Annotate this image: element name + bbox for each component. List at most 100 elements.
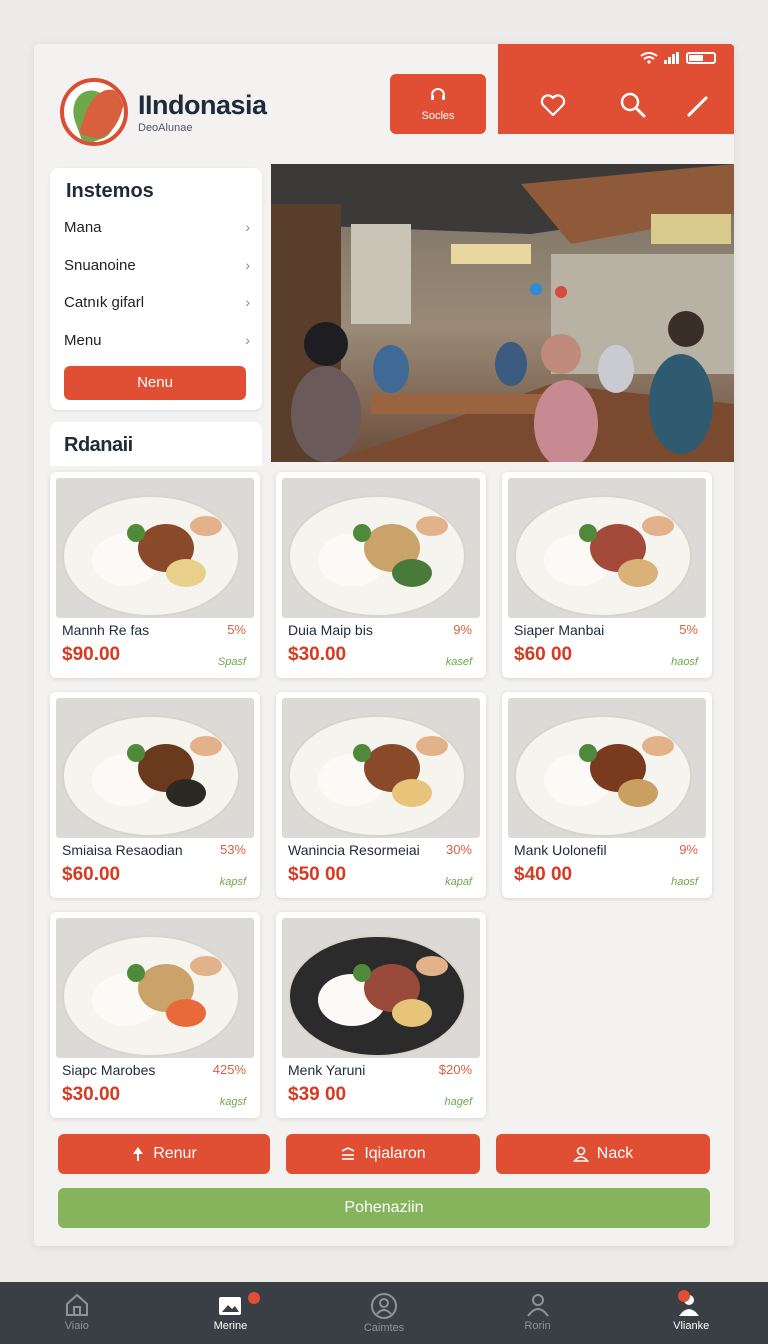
dish-photo [282,698,480,838]
nav-label: Merine [213,1320,248,1332]
dish-discount: 9% [453,622,472,637]
dish-tag: kapaf [445,876,472,888]
dish-discount: 425% [212,1062,246,1077]
renur-button[interactable]: Renur [58,1134,270,1174]
menu-card[interactable]: Menk Yaruni $20% $39 00 hagef [276,912,486,1118]
menu-card[interactable]: Siapc Marobes 425% $30.00 kagsf [50,912,260,1118]
brand-logo-icon [60,78,128,146]
dish-price: $50 00 [288,864,347,885]
dish-price: $60 00 [514,644,573,665]
signal-icon [664,52,679,64]
dish-discount: 53% [219,842,246,857]
edit-icon[interactable] [684,90,714,120]
menu-card[interactable]: Wanincia Resormeiai 30% $50 00 kapaf [276,692,486,898]
profile-circle-icon [370,1293,397,1319]
dish-price: $60.00 [62,864,121,885]
search-icon[interactable] [618,90,648,120]
chevron-right-icon: › [245,257,250,273]
iqialaron-label: Iqialaron [364,1145,426,1162]
iqialaron-button[interactable]: Iqialaron [286,1134,480,1174]
dish-discount: 5% [227,622,246,637]
dish-discount: 9% [679,842,698,857]
sidebar-item-label: Snuanoine [64,256,136,274]
nav-label: Viaio [64,1320,89,1332]
dish-name: Smiaisa Resaodian [62,842,183,858]
nav-label: Caimtes [363,1322,405,1334]
nack-label: Nack [596,1145,634,1162]
dish-name: Wanincia Resormeiai [288,842,420,858]
chevron-right-icon: › [245,332,250,348]
chevron-right-icon: › [245,294,250,310]
chevron-right-icon: › [245,219,250,235]
sidebar-item-menu[interactable]: Menu › [64,325,250,355]
dish-tag: kapsf [219,876,246,888]
dish-name: Menk Yaruni [288,1062,366,1078]
user-icon [572,1146,589,1162]
sidebar-title: Instemos [66,180,154,202]
brand-subtitle: DeoAlunae [138,122,193,134]
dish-tag: Spasf [217,656,246,668]
dish-name: Siapc Marobes [62,1062,156,1078]
nav-item-vlianke[interactable]: Vlianke [614,1282,768,1344]
sidebar-nenu-button[interactable]: Nenu [64,366,246,400]
dish-price: $40 00 [514,864,573,885]
menu-card[interactable]: Mannh Re fas 5% $90.00 Spasf [50,472,260,678]
menu-card[interactable]: Smiaisa Resaodian 53% $60.00 kapsf [50,692,260,898]
menu-card[interactable]: Duia Maip bis 9% $30.00 kasef [276,472,486,678]
dish-discount: 5% [679,622,698,637]
dish-tag: haosf [671,876,698,888]
headset-icon [431,88,445,100]
nav-label: Rorin [524,1320,551,1332]
sidebar-item-label: Catnık gifarl [64,293,145,311]
nav-item-rorin[interactable]: Rorin [461,1282,615,1344]
arrow-up-icon [133,1147,144,1161]
person-icon [526,1294,549,1317]
dish-price: $30.00 [62,1084,121,1105]
dish-name: Duia Maip bis [288,622,373,638]
nav-label: Vlianke [673,1320,710,1332]
bottom-navigation: Viaio Merine Caimtes Rorin Vlianke [0,1282,768,1344]
top-action-bar [498,44,734,134]
nav-item-caimtes[interactable]: Caimtes [307,1282,461,1344]
nav-item-merine[interactable]: Merine [154,1282,308,1344]
status-bar [640,52,716,64]
renur-label: Renur [153,1145,197,1162]
sidebar-item-snuanoine[interactable]: Snuanoine › [64,250,250,280]
menu-card[interactable]: Siaper Manbai 5% $60 00 haosf [502,472,712,678]
sidebar-item-mana[interactable]: Mana › [64,212,250,242]
hero-illustration [271,164,734,462]
nav-item-viaio[interactable]: Viaio [0,1282,154,1344]
dish-tag: haosf [671,656,698,668]
section-header: Rdanaii [50,422,262,466]
dish-photo [282,918,480,1058]
dish-name: Mannh Re fas [62,622,150,638]
dish-photo [282,478,480,618]
sidebar-item-label: Mana [64,218,102,236]
dish-price: $30.00 [288,644,347,665]
dish-photo [56,478,254,618]
heart-icon[interactable] [538,90,568,120]
home-icon [65,1293,88,1316]
dish-photo [508,698,706,838]
nack-button[interactable]: Nack [496,1134,710,1174]
menu-card[interactable]: Mank Uolonefil 9% $40 00 haosf [502,692,712,898]
sidebar-item-label: Menu [64,331,102,349]
image-icon [219,1297,242,1315]
dish-photo [56,918,254,1058]
dish-tag: kasef [445,656,472,668]
notification-badge-icon [247,1292,260,1304]
dish-discount: 30% [445,842,472,857]
dish-name: Siaper Manbai [514,622,605,638]
sidebar-item-catnik[interactable]: Catnık gifarl › [64,287,250,317]
app-frame: IIndonasia DeoAlunae Socles Instemos Man… [34,44,734,1246]
dish-photo [56,698,254,838]
dish-discount: $20% [438,1062,472,1077]
dish-photo [508,478,706,618]
brand-title: IIndonasia [138,90,267,120]
dish-name: Mank Uolonefil [514,842,607,858]
dish-price: $39 00 [288,1084,347,1105]
socles-button[interactable]: Socles [390,74,486,134]
socles-label: Socles [421,110,455,122]
wifi-icon [640,52,658,64]
pohenaziin-button[interactable]: Pohenaziin [58,1188,710,1228]
